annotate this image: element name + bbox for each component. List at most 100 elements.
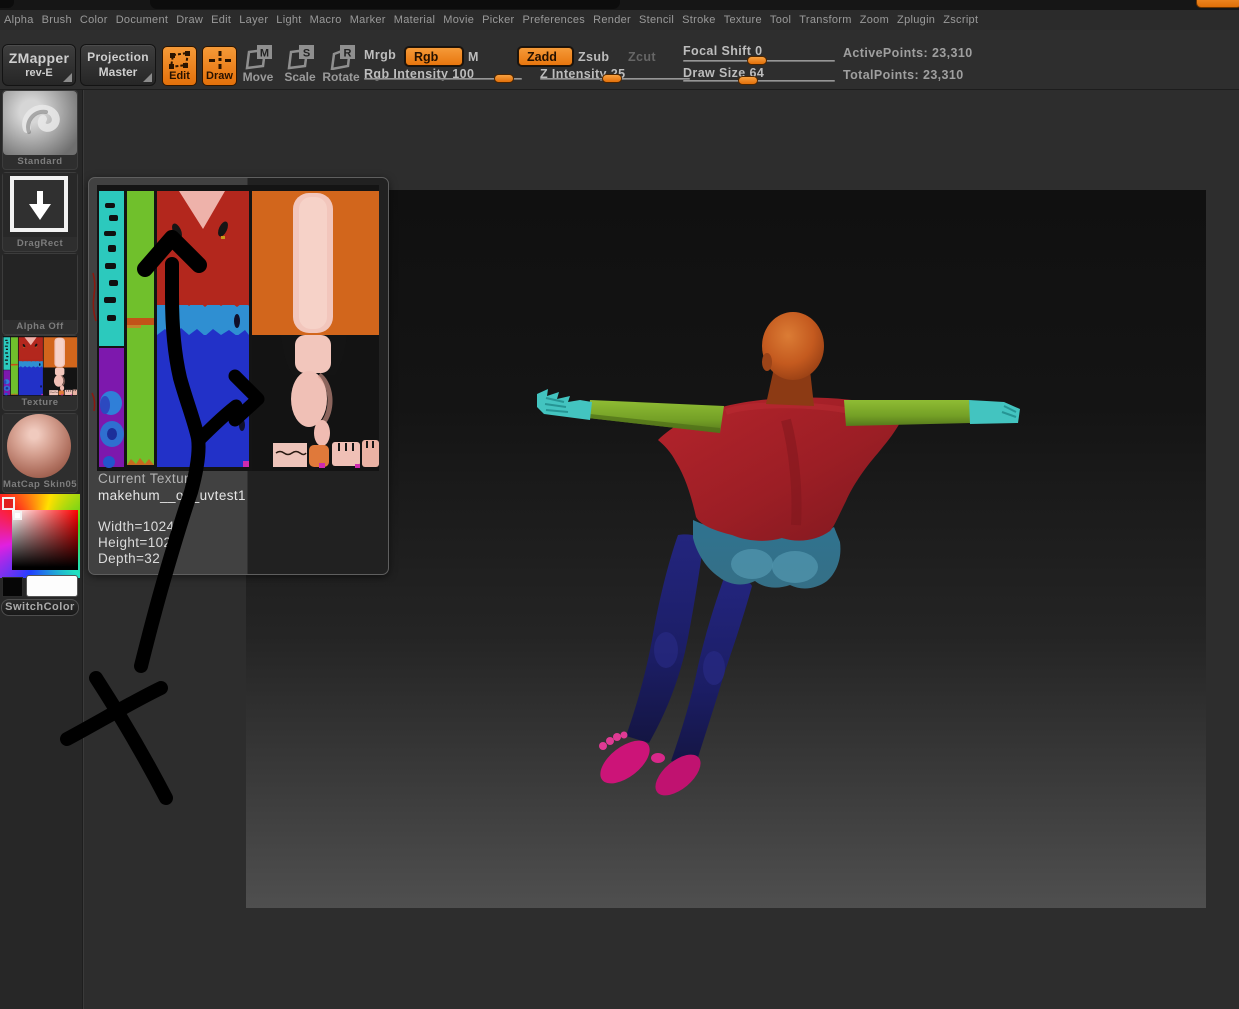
alpha-off-label: Alpha Off — [3, 320, 77, 334]
edit-button[interactable]: Edit — [162, 46, 197, 86]
menu-zplugin[interactable]: Zplugin — [897, 14, 935, 26]
sv-selector-handle[interactable] — [13, 511, 22, 520]
menubar: Alpha Brush Color Document Draw Edit Lay… — [0, 10, 1239, 30]
corner-blob — [0, 0, 14, 8]
dragrect-arrowhead-icon — [29, 204, 51, 220]
menu-zoom[interactable]: Zoom — [860, 14, 889, 26]
standard-brush-thumb — [3, 91, 77, 155]
projection-label: Projection — [81, 50, 155, 64]
alpha-off-thumb — [3, 254, 77, 320]
rotate-icon: R — [326, 44, 356, 70]
model-figure — [246, 190, 1206, 908]
material-selector[interactable]: MatCap Skin05 — [2, 413, 78, 493]
move-button[interactable]: M Move — [238, 44, 278, 84]
zmapper-label: ZMapper — [3, 50, 75, 66]
menu-brush[interactable]: Brush — [42, 14, 72, 26]
active-points-readout: ActivePoints: 23,310 — [843, 46, 973, 60]
move-icon: M — [243, 44, 273, 70]
secondary-color-swatch[interactable] — [2, 577, 23, 597]
texture-height: Height=1024 — [98, 535, 246, 551]
menu-light[interactable]: Light — [276, 14, 301, 26]
menu-stroke[interactable]: Stroke — [682, 14, 716, 26]
draw-size-track[interactable] — [683, 80, 835, 82]
menu-draw[interactable]: Draw — [176, 14, 203, 26]
draw-size-handle[interactable] — [738, 76, 758, 85]
texture-depth: Depth=32 — [98, 551, 246, 567]
dragrect-arrow-icon — [37, 191, 43, 205]
menu-document[interactable]: Document — [116, 14, 169, 26]
menu-stencil[interactable]: Stencil — [639, 14, 674, 26]
menu-tool[interactable]: Tool — [770, 14, 791, 26]
focal-shift-handle[interactable] — [747, 56, 767, 65]
menu-material[interactable]: Material — [394, 14, 436, 26]
texture-label: Texture — [3, 396, 77, 410]
sculpt-canvas[interactable] — [246, 190, 1206, 908]
switch-color-button[interactable]: SwitchColor — [1, 599, 79, 616]
palette-divider — [82, 90, 84, 1009]
texture-thumb — [3, 336, 77, 396]
crosshair-icon — [208, 50, 232, 70]
edit-label: Edit — [163, 70, 196, 82]
scale-button[interactable]: S Scale — [280, 44, 320, 84]
texture-width: Width=1024 — [98, 519, 246, 535]
standard-brush-label: Standard — [3, 155, 77, 169]
dragrect-label: DragRect — [3, 237, 77, 251]
svg-text:M: M — [260, 48, 269, 60]
rotate-button[interactable]: R Rotate — [318, 44, 364, 84]
menu-alpha[interactable]: Alpha — [4, 14, 34, 26]
zcut-toggle[interactable]: Zcut — [628, 50, 656, 64]
corner-triangle-icon — [143, 73, 152, 82]
top-toolbar: ZMapper rev-E Projection Master Edit Dra… — [0, 30, 1239, 90]
menu-render[interactable]: Render — [593, 14, 631, 26]
texture-name: makehum__o1_uvtest1 — [98, 487, 246, 504]
menu-zscript[interactable]: Zscript — [943, 14, 978, 26]
scale-icon: S — [285, 44, 315, 70]
draw-label: Draw — [203, 70, 236, 82]
popup-title: Current Texture — [98, 470, 246, 487]
menu-macro[interactable]: Macro — [310, 14, 342, 26]
marquee-icon — [168, 50, 192, 70]
x-mark-stroke1 — [96, 678, 166, 798]
menu-color[interactable]: Color — [80, 14, 108, 26]
rgb-label: Rgb — [414, 50, 438, 64]
cutoff-orange-button[interactable] — [1196, 0, 1239, 8]
z-intensity-handle[interactable] — [602, 74, 622, 83]
menu-layer[interactable]: Layer — [239, 14, 268, 26]
red-scribble-marks — [89, 178, 99, 464]
mrgb-toggle[interactable]: Mrgb — [364, 48, 396, 62]
primary-color-swatch[interactable] — [26, 575, 78, 597]
scale-label: Scale — [284, 70, 315, 84]
menu-marker[interactable]: Marker — [350, 14, 386, 26]
m-toggle[interactable]: M — [468, 50, 479, 64]
menu-edit[interactable]: Edit — [211, 14, 231, 26]
hue-selector-handle[interactable] — [2, 497, 15, 510]
stroke-selector[interactable]: DragRect — [2, 172, 78, 252]
menu-texture[interactable]: Texture — [724, 14, 762, 26]
rgb-intensity-handle[interactable] — [494, 74, 514, 83]
texture-info: Current Texture makehum__o1_uvtest1 Widt… — [98, 470, 246, 567]
draw-button[interactable]: Draw — [202, 46, 237, 86]
menu-movie[interactable]: Movie — [443, 14, 474, 26]
texture-preview[interactable] — [97, 185, 379, 471]
menu-transform[interactable]: Transform — [799, 14, 851, 26]
matcap-sphere-icon — [7, 414, 71, 478]
matcap-thumb — [3, 414, 77, 478]
window-top-strip — [0, 0, 1239, 10]
matcap-label: MatCap Skin05 — [3, 478, 77, 492]
menu-picker[interactable]: Picker — [482, 14, 514, 26]
color-picker[interactable] — [0, 494, 80, 578]
projection-master-button[interactable]: Projection Master — [80, 44, 156, 86]
texture-selector[interactable]: Texture — [2, 335, 78, 411]
rgb-toggle[interactable]: Rgb — [405, 47, 463, 66]
switch-color-label: SwitchColor — [5, 601, 75, 613]
alpha-selector[interactable]: Alpha Off — [2, 253, 78, 335]
zadd-label: Zadd — [527, 50, 557, 64]
svg-text:S: S — [303, 48, 310, 60]
move-label: Move — [243, 70, 274, 84]
current-texture-popup: Current Texture makehum__o1_uvtest1 Widt… — [88, 177, 389, 575]
zmapper-button[interactable]: ZMapper rev-E — [2, 44, 76, 86]
zadd-toggle[interactable]: Zadd — [518, 47, 573, 66]
zsub-toggle[interactable]: Zsub — [578, 50, 609, 64]
menu-preferences[interactable]: Preferences — [523, 14, 586, 26]
brush-selector[interactable]: Standard — [2, 90, 78, 170]
